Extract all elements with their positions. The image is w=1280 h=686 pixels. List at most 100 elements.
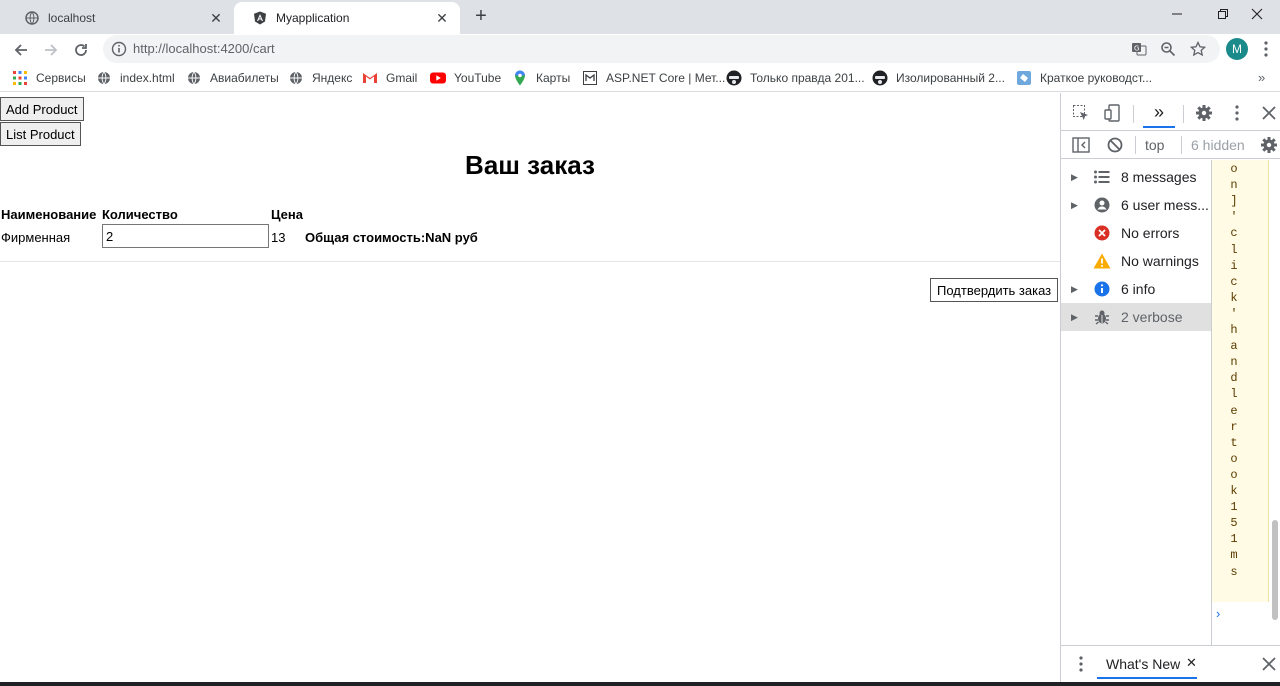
globe-icon	[96, 70, 112, 86]
divider	[0, 261, 1060, 262]
bookmark-item[interactable]: Gmail	[362, 69, 417, 87]
log-char: o	[1230, 451, 1238, 466]
context-selector[interactable]: top	[1145, 137, 1164, 153]
browser-toolbar: http://localhost:4200/cart G M	[0, 34, 1280, 64]
bookmark-label: Краткое руководст...	[1040, 71, 1153, 85]
more-tabs-icon[interactable]: »	[1149, 102, 1169, 122]
sidebar-item-info[interactable]: ▶ 6 info	[1061, 275, 1211, 303]
reload-icon[interactable]	[68, 37, 94, 63]
sidebar-item-errors[interactable]: No errors	[1061, 219, 1211, 247]
inspect-element-icon[interactable]	[1071, 103, 1091, 123]
bookmark-label: YouTube	[454, 71, 502, 85]
sidebar-label: No warnings	[1121, 253, 1199, 269]
close-icon[interactable]	[1259, 654, 1279, 674]
close-icon[interactable]: ✕	[1186, 655, 1197, 671]
kebab-menu-icon[interactable]	[1227, 103, 1247, 123]
globe-icon	[288, 70, 304, 86]
console-output: o n] ' c l i c k ' h a n d l e r t o o k 1 5 1 m s ›	[1212, 160, 1280, 645]
bookmark-item[interactable]: index.html	[96, 69, 175, 87]
bookmark-item[interactable]: Яндекс	[288, 69, 352, 87]
log-char: 1	[1230, 500, 1238, 515]
log-char: ]	[1230, 194, 1238, 209]
sidebar-item-user-messages[interactable]: ▶ 6 user mess...	[1061, 191, 1211, 219]
chevron-double-right-icon[interactable]: »	[1258, 70, 1265, 85]
info-icon	[1093, 280, 1111, 298]
list-icon	[1093, 168, 1111, 186]
new-tab-icon[interactable]: +	[470, 6, 492, 28]
log-char: o	[1230, 162, 1238, 176]
log-char: r	[1230, 419, 1238, 434]
bookmark-item[interactable]: Авиабилеты	[186, 69, 279, 87]
divider	[1135, 136, 1136, 154]
close-icon[interactable]: ✕	[434, 10, 450, 26]
tab-whats-new[interactable]: What's New	[1106, 656, 1180, 672]
confirm-order-button[interactable]: Подтвердить заказ	[930, 278, 1059, 302]
log-char: o	[1230, 467, 1238, 482]
bug-icon	[1093, 308, 1111, 326]
tab-myapplication[interactable]: Myapplication ✕	[234, 2, 460, 34]
sidebar-item-messages[interactable]: ▶ 8 messages	[1061, 163, 1211, 191]
maps-pin-icon	[512, 70, 528, 86]
log-char: i	[1230, 258, 1238, 273]
active-tab-indicator	[1143, 126, 1175, 128]
address-bar[interactable]: http://localhost:4200/cart G	[103, 35, 1220, 63]
sidebar-item-verbose[interactable]: ▶ 2 verbose	[1061, 303, 1211, 331]
page-viewport: Add Product List Product Ваш заказ Наиме…	[0, 93, 1060, 686]
verbose-log-message: o n] ' c l i c k ' h a n d l e r t o o k 1 5 1 m s	[1212, 160, 1269, 602]
translate-icon[interactable]: G	[1131, 41, 1147, 57]
list-product-button[interactable]: List Product	[0, 122, 81, 146]
clear-console-icon[interactable]	[1105, 135, 1125, 155]
log-char: d	[1230, 371, 1238, 386]
bookmark-item[interactable]: Изолированный 2...	[872, 69, 1005, 87]
bookmark-item[interactable]: Только правда 201...	[726, 69, 865, 87]
log-char: e	[1230, 403, 1238, 418]
column-header-price: Цена	[271, 207, 303, 222]
column-header-quantity: Количество	[102, 207, 178, 222]
bookmark-label: Авиабилеты	[210, 71, 279, 85]
bookmark-item[interactable]: ASP.NET Core | Мет...	[582, 69, 725, 87]
log-char: t	[1230, 435, 1238, 450]
devtools-panel: » top 6 hidden ▶ 8 messages ▶ 6 user mes…	[1060, 93, 1280, 686]
tab-localhost[interactable]: localhost ✕	[6, 2, 234, 34]
zoom-icon[interactable]	[1160, 41, 1176, 57]
svg-text:G: G	[1134, 45, 1139, 53]
log-char: 5	[1230, 516, 1238, 531]
bookmark-item[interactable]: YouTube	[430, 69, 501, 87]
user-icon	[1093, 196, 1111, 214]
product-price: 13	[271, 230, 286, 245]
gear-icon[interactable]	[1194, 103, 1214, 123]
close-icon[interactable]	[1259, 103, 1279, 123]
close-icon[interactable]: ✕	[208, 10, 224, 26]
gear-icon[interactable]	[1259, 135, 1279, 155]
sidebar-item-warnings[interactable]: No warnings	[1061, 247, 1211, 275]
window-close-icon[interactable]	[1234, 0, 1280, 28]
back-icon[interactable]	[8, 37, 34, 63]
add-product-button[interactable]: Add Product	[0, 97, 84, 121]
bookmark-item[interactable]: Сервисы	[12, 69, 86, 87]
console-prompt-icon[interactable]: ›	[1216, 606, 1220, 621]
bookmark-item[interactable]: Карты	[512, 69, 570, 87]
sidebar-toggle-icon[interactable]	[1071, 135, 1091, 155]
bookmarks-bar: Сервисы index.html Авиабилеты Яндекс Gma…	[0, 64, 1280, 92]
quantity-input[interactable]	[102, 224, 269, 248]
avatar-icon	[726, 70, 742, 86]
active-tab-indicator	[1097, 677, 1197, 679]
youtube-icon	[430, 70, 446, 86]
expand-arrow-icon: ▶	[1071, 311, 1078, 322]
kebab-menu-icon[interactable]	[1071, 654, 1091, 674]
profile-avatar[interactable]: M	[1226, 38, 1248, 60]
forward-icon[interactable]	[38, 37, 64, 63]
log-char: c	[1230, 274, 1238, 289]
kebab-menu-icon[interactable]	[1258, 40, 1274, 58]
bookmark-item[interactable]: Краткое руководст...	[1016, 69, 1152, 87]
info-icon[interactable]	[111, 41, 127, 57]
device-toolbar-icon[interactable]	[1103, 103, 1123, 123]
expand-arrow-icon: ▶	[1071, 171, 1078, 182]
minimize-icon[interactable]	[1154, 0, 1200, 28]
star-icon[interactable]	[1189, 40, 1207, 57]
expand-arrow-icon: ▶	[1071, 283, 1078, 294]
globe-icon	[24, 10, 40, 26]
bookmark-label: ASP.NET Core | Мет...	[606, 71, 726, 85]
devtools-toolbar: »	[1061, 93, 1280, 131]
scrollbar[interactable]	[1272, 520, 1278, 620]
